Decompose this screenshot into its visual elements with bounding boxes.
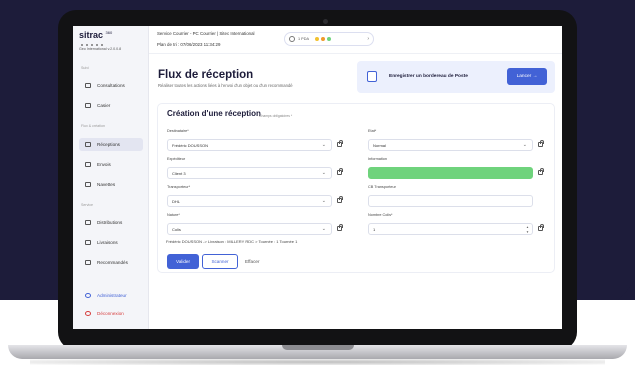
sidebar-item-consultations[interactable]: Consultations <box>79 79 143 92</box>
bordereau-text: Enregistrer un bordereau de Poste <box>389 74 468 79</box>
chevron-down-icon: ⌄ <box>321 226 326 232</box>
logout-icon <box>85 311 91 316</box>
nature-label: Nature* <box>167 213 180 217</box>
launch-button[interactable]: Lancer → <box>507 68 547 85</box>
user-icon <box>85 293 91 298</box>
page-subtitle: Réaliser toutes les actions liées à l'en… <box>158 83 293 88</box>
transporteur-select[interactable]: DHL ⌄ <box>167 195 332 207</box>
expediteur-label: Expéditeur <box>167 157 186 161</box>
lock-icon[interactable] <box>337 224 343 231</box>
etat-label: Etat* <box>368 129 377 133</box>
sidebar-item-label: Navettes <box>97 182 116 187</box>
form-hint: Champs obligatoires * <box>259 114 293 118</box>
chevron-down-icon: ⌄ <box>522 142 527 148</box>
lock-icon[interactable] <box>538 224 544 231</box>
destinataire-select[interactable]: Frédéric DOUSSON ⌄ <box>167 139 332 151</box>
sidebar-item-label: Envois <box>97 162 111 167</box>
nature-value: Colis <box>172 226 181 232</box>
shuttle-icon <box>85 182 91 187</box>
app-logo[interactable]: sitrac 360 <box>79 30 112 40</box>
page-title: Flux de réception <box>158 69 254 81</box>
logo-dots <box>81 42 111 46</box>
send-icon <box>85 162 91 167</box>
sidebar-item-label: Distributions <box>97 220 123 225</box>
locker-icon <box>85 103 91 108</box>
status-dot-yellow <box>314 37 319 41</box>
laptop-screen: sitrac 360 Geo International v.2.0.0.8 S… <box>73 26 562 329</box>
sidebar-item-label: Livraisons <box>97 240 118 245</box>
validate-button[interactable]: Valider <box>167 254 199 269</box>
sidebar-item-casier[interactable]: Casier <box>79 99 143 112</box>
stepper-arrows-icon[interactable]: ▲ ▼ <box>526 225 529 234</box>
sidebar-item-label: Recommandés <box>97 260 128 265</box>
sidebar-item-label: Réceptions <box>97 142 120 147</box>
lock-icon[interactable] <box>538 168 544 175</box>
inbox-icon <box>85 142 91 147</box>
lock-icon[interactable] <box>538 140 544 147</box>
reception-form-card <box>157 103 555 273</box>
sidebar-item-livraisons[interactable]: Livraisons <box>79 236 143 249</box>
clear-button[interactable]: Effacer <box>245 254 259 269</box>
app-version: Geo International v.2.0.0.8 <box>79 47 122 51</box>
expediteur-value: Client 3 <box>172 170 186 176</box>
form-title: Création d'une réception <box>167 109 261 118</box>
sidebar-item-receptions[interactable]: Réceptions <box>79 138 143 151</box>
chevron-right-icon: › <box>367 36 369 42</box>
chevron-down-icon: ⌄ <box>321 142 326 148</box>
sidebar-item-envois[interactable]: Envois <box>79 158 143 171</box>
chevron-down-icon: ⌄ <box>321 170 326 176</box>
sidebar-item-label: Consultations <box>97 83 125 88</box>
etat-value: Normal <box>373 142 386 148</box>
cb-transporteur-input[interactable] <box>368 195 533 207</box>
information-label: Information <box>368 157 387 161</box>
device-status-pill[interactable]: 1 PDA › <box>284 32 374 46</box>
lock-icon[interactable] <box>337 140 343 147</box>
delivery-icon <box>85 240 91 245</box>
nombre-colis-value: 1 <box>373 226 376 232</box>
webcam <box>323 19 328 24</box>
sidebar-item-navettes[interactable]: Navettes <box>79 178 143 191</box>
sidebar-item-recommandes[interactable]: Recommandés <box>79 256 143 269</box>
registered-mail-icon <box>85 260 91 265</box>
information-field[interactable] <box>368 167 533 179</box>
chevron-down-icon: ⌄ <box>321 198 326 204</box>
bordereau-banner: Enregistrer un bordereau de Poste Lancer… <box>357 61 555 93</box>
laptop-shadow <box>30 359 605 365</box>
list-icon <box>85 83 91 88</box>
nature-select[interactable]: Colis ⌄ <box>167 223 332 235</box>
transporteur-value: DHL <box>172 198 181 204</box>
sidebar-item-admin[interactable]: Administrateur <box>79 289 143 302</box>
sidebar-item-distributions[interactable]: Distributions <box>79 216 143 229</box>
device-icon <box>289 36 295 42</box>
sidebar-section-label: Service <box>81 203 93 207</box>
scan-button[interactable]: Scanner <box>202 254 238 269</box>
device-status-label: 1 PDA <box>298 37 309 41</box>
nombre-colis-stepper[interactable]: 1 ▲ ▼ <box>368 223 533 235</box>
delivery-info-line: Frédéric DOUSSON -> Livraison : MILLERY … <box>166 239 298 244</box>
plan-label: Plan de tri : 07/06/2023 11:34:29 <box>157 42 221 47</box>
expediteur-select[interactable]: Client 3 ⌄ <box>167 167 332 179</box>
sidebar: sitrac 360 Geo International v.2.0.0.8 S… <box>73 26 149 329</box>
sidebar-section-label: Flux & création <box>81 124 105 128</box>
destinataire-value: Frédéric DOUSSON <box>172 142 209 148</box>
transporteur-label: Transporteur* <box>167 185 191 189</box>
etat-select[interactable]: Normal ⌄ <box>368 139 533 151</box>
lock-icon[interactable] <box>337 168 343 175</box>
distribution-icon <box>85 220 91 225</box>
service-label: Service Courrier - PC Courrier | Sitec I… <box>157 31 255 36</box>
sidebar-item-logout[interactable]: Déconnexion <box>79 307 143 320</box>
cb-transporteur-label: CB Transporteur <box>368 185 396 189</box>
sidebar-item-label: Casier <box>97 103 111 108</box>
lock-icon[interactable] <box>337 196 343 203</box>
topbar: Service Courrier - PC Courrier | Sitec I… <box>149 26 562 54</box>
sidebar-item-label: Administrateur <box>97 293 127 298</box>
nombre-colis-label: Nombre Colis* <box>368 213 393 217</box>
document-icon <box>367 71 377 82</box>
status-dot-orange <box>320 37 325 41</box>
sidebar-section-label: Suivi <box>81 66 89 70</box>
sidebar-item-label: Déconnexion <box>97 311 124 316</box>
laptop-notch <box>282 345 354 350</box>
destinataire-label: Destinataire* <box>167 129 189 133</box>
status-dot-green <box>326 37 331 41</box>
